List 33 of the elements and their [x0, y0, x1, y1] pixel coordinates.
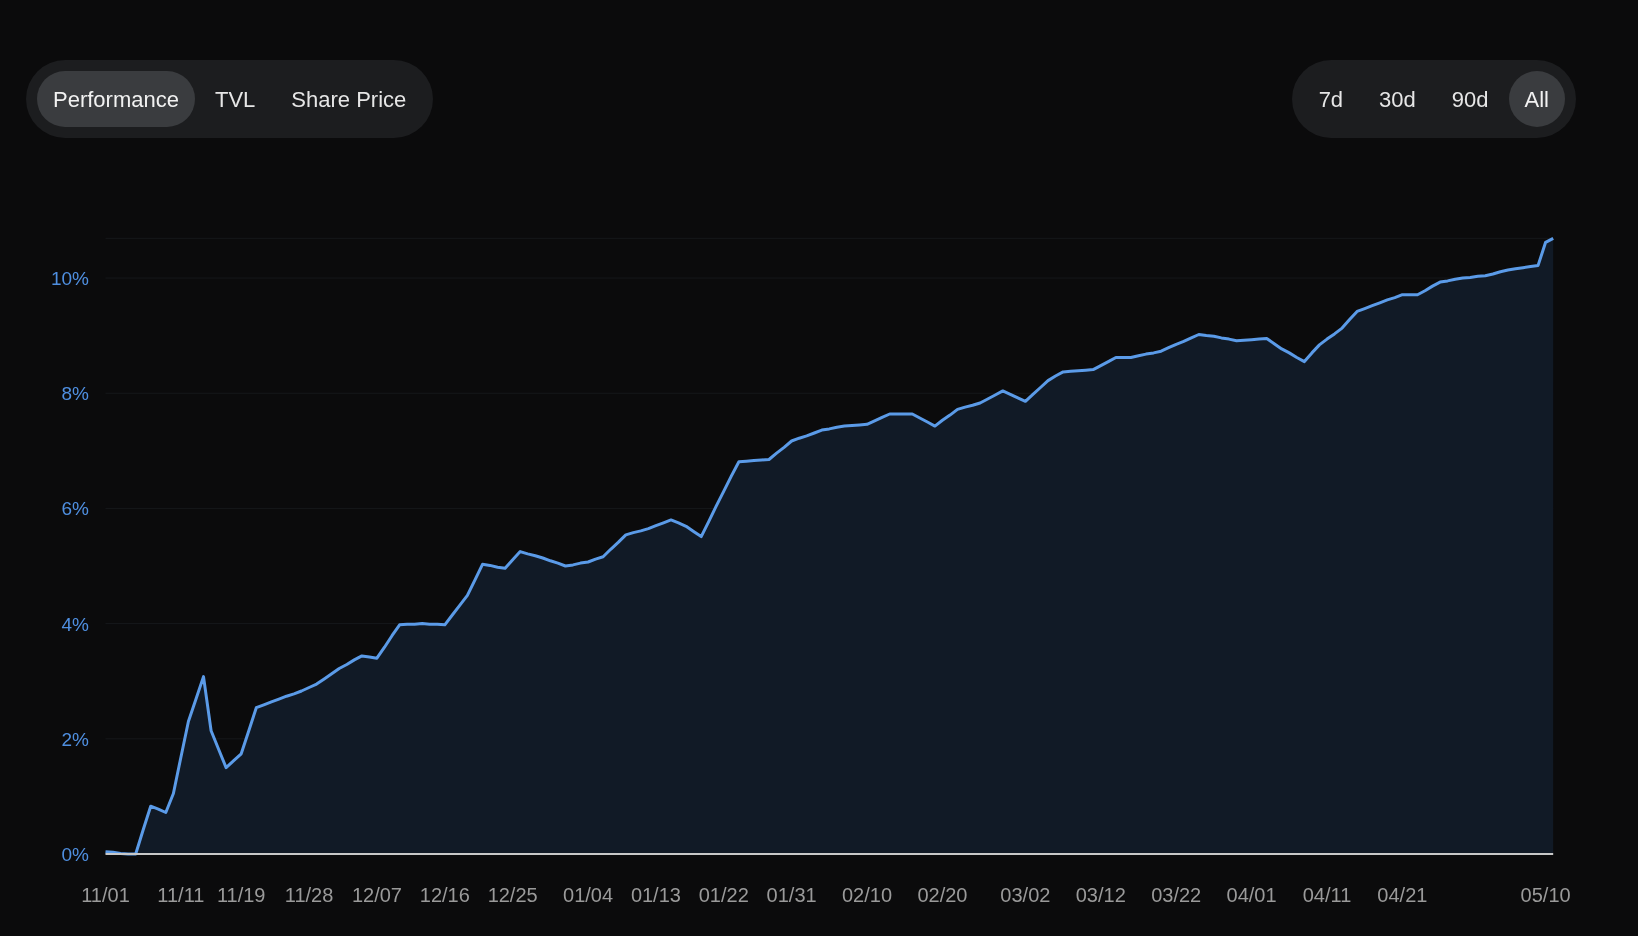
x-axis-label: 11/01: [81, 884, 130, 906]
x-axis-label: 12/16: [419, 884, 470, 906]
x-axis-label: 04/01: [1226, 884, 1277, 906]
x-axis-label: 11/28: [284, 884, 334, 906]
x-axis-label: 04/11: [1302, 884, 1352, 906]
x-axis-label: 01/22: [698, 884, 749, 906]
y-axis-label: 8%: [61, 383, 89, 405]
x-axis-label: 04/21: [1377, 884, 1428, 906]
y-axis-label: 2%: [61, 728, 89, 750]
range-tab[interactable]: 7d: [1302, 71, 1360, 127]
range-tab[interactable]: 30d: [1363, 71, 1432, 127]
x-axis-label: 01/31: [766, 884, 817, 906]
range-tab[interactable]: All: [1508, 71, 1565, 127]
y-axis-label: 0%: [61, 844, 89, 865]
x-axis-label: 12/07: [351, 884, 402, 906]
x-axis-label: 03/02: [1000, 884, 1051, 906]
x-axis-label: 01/04: [563, 884, 614, 906]
x-axis-label: 12/25: [487, 884, 538, 906]
y-axis-label: 6%: [61, 498, 89, 520]
x-axis-label: 03/22: [1151, 884, 1202, 906]
view-tab[interactable]: TVL: [198, 71, 272, 127]
x-axis-label: 11/19: [216, 884, 266, 906]
view-tab[interactable]: Share Price: [275, 71, 423, 127]
x-axis-label: 03/12: [1075, 884, 1126, 906]
x-axis-label: 01/13: [630, 884, 681, 906]
x-axis-label: 05/10: [1520, 884, 1571, 906]
y-axis-label: 10%: [50, 268, 89, 290]
x-axis-label: 11/11: [157, 884, 205, 906]
view-tab[interactable]: Performance: [37, 71, 195, 127]
x-axis-label: 02/20: [917, 884, 968, 906]
x-axis-label: 02/10: [842, 884, 893, 906]
range-tab[interactable]: 90d: [1435, 71, 1505, 127]
y-axis-label: 4%: [61, 613, 89, 635]
